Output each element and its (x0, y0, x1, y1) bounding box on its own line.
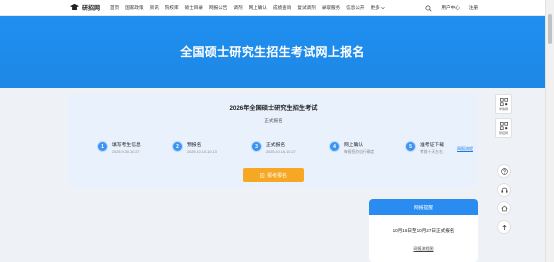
scrollbar-thumb[interactable] (548, 14, 552, 44)
nav-item-confirmation[interactable]: 网上确认 (249, 5, 267, 11)
exam-card: 2026年全国硕士研究生招生考试 正式报名 1 填写考生信息 2025.9.30… (69, 94, 478, 187)
qr-chsi-button[interactable]: 学信网 (495, 94, 512, 114)
step-title: 正式报名 (266, 143, 286, 148)
banner-title: 全国硕士研究生招生考试网上报名 (180, 45, 365, 59)
step-item: 3 正式报名 2025.10.16-10.27 (251, 141, 296, 154)
apply-button[interactable]: 报考报名 (243, 168, 304, 182)
step-item: 2 预报名 2025.10.10-10.13 (172, 141, 217, 154)
step-text: 预报名 2025.10.10-10.13 (187, 141, 217, 154)
step-text: 正式报名 2025.10.16-10.27 (266, 141, 296, 154)
logo-text: 研招网 (82, 6, 101, 12)
step-date: 2025.9.30-10.27 (112, 150, 140, 154)
nav-item-retest[interactable]: 复试调剂 (297, 5, 315, 11)
edit-icon (260, 172, 265, 178)
arrow-up-icon (502, 224, 506, 230)
service-button[interactable] (497, 183, 511, 197)
headset-icon (501, 187, 507, 193)
home-icon (500, 205, 508, 211)
user-center-link[interactable]: 用户中心 (441, 5, 459, 11)
exam-status: 正式报名 (264, 118, 283, 123)
step-number: 1 (97, 141, 108, 152)
chevron-down-icon (381, 6, 385, 10)
step-date: 2025.10.16-10.27 (266, 150, 296, 154)
nav-more-menu[interactable]: 更多 (371, 5, 385, 11)
step-text: 网上确认 每报招办自行确定 (344, 141, 374, 155)
nav-item-schools[interactable]: 院校库 (165, 5, 179, 11)
step-number: 5 (405, 141, 416, 152)
notice-link[interactable]: 网报流程图 (369, 246, 478, 252)
step-number: 4 (329, 141, 340, 152)
notice-header: 网报提醒 (369, 199, 478, 215)
exam-title: 2026年全国硕士研究生招生考试 (229, 105, 318, 112)
nav-more-label: 更多 (370, 5, 380, 10)
step-date: 每报招办自行确定 (344, 150, 375, 154)
nav-right: 用户中心 注册 (425, 0, 478, 16)
step-text: 填写考生信息 2025.9.30-10.27 (112, 141, 141, 154)
page-scrollbar[interactable] (545, 0, 554, 262)
search-icon[interactable] (425, 4, 432, 12)
apply-button-label: 报考报名 (266, 172, 287, 179)
qr-yz-button[interactable]: 研招网 (495, 118, 512, 138)
step-title: 网上确认 (344, 143, 364, 148)
nav-item-announcements[interactable]: 网报公告 (209, 5, 227, 11)
step-title: 预报名 (187, 143, 202, 148)
step-date: 2025.10.10-10.13 (187, 150, 217, 154)
qr-label: 学信网 (498, 106, 508, 111)
help-icon (500, 167, 508, 175)
nav-item-policy[interactable]: 国家政策 (125, 5, 143, 11)
step-item: 4 网上确认 每报招办自行确定 (329, 141, 374, 155)
nav-item-admission[interactable]: 录取服务 (322, 5, 340, 11)
site-logo[interactable]: 研招网 (70, 3, 100, 12)
top-navbar: 研招网 首页 国家政策 资讯 院校库 硕士目录 网报公告 调剂 网上确认 成绩查… (0, 0, 554, 16)
nav-item-scores[interactable]: 成绩查询 (273, 5, 291, 11)
home-button[interactable] (497, 201, 511, 215)
register-link[interactable]: 注册 (469, 5, 478, 11)
step-item: 1 填写考生信息 2025.9.30-10.27 (97, 141, 141, 154)
nav-item-home[interactable]: 首页 (110, 5, 119, 11)
nav-item-disclosure[interactable]: 信息公开 (346, 5, 364, 11)
nav-item-catalog[interactable]: 硕士目录 (185, 5, 203, 11)
qr-code-icon (499, 97, 508, 106)
nav-item-adjustment[interactable]: 调剂 (233, 5, 242, 11)
step-title: 填写考生信息 (112, 143, 141, 148)
step-item: 5 准考证下载 考前十天左右 (405, 141, 444, 155)
qr-code-icon (499, 121, 508, 130)
qr-label: 研招网 (498, 130, 508, 135)
graduation-cap-icon (70, 3, 79, 11)
flow-link[interactable]: 网报流程 (457, 146, 473, 152)
step-number: 2 (172, 141, 183, 152)
step-date: 考前十天左右 (420, 150, 443, 154)
main-nav: 首页 国家政策 资讯 院校库 硕士目录 网报公告 调剂 网上确认 成绩查询 复试… (110, 0, 391, 16)
step-title: 准考证下载 (420, 143, 444, 148)
step-number: 3 (251, 141, 262, 152)
help-button[interactable] (497, 164, 511, 178)
back-to-top-button[interactable] (497, 220, 511, 234)
hero-banner: 全国硕士研究生招生考试网上报名 (0, 16, 545, 88)
step-text: 准考证下载 考前十天左右 (420, 141, 444, 155)
notice-body: 10月16日至10月27日正式报名 (392, 228, 455, 233)
nav-item-news[interactable]: 资讯 (150, 5, 159, 11)
notice-card: 网报提醒 10月16日至10月27日正式报名 网报流程图 (369, 199, 478, 262)
